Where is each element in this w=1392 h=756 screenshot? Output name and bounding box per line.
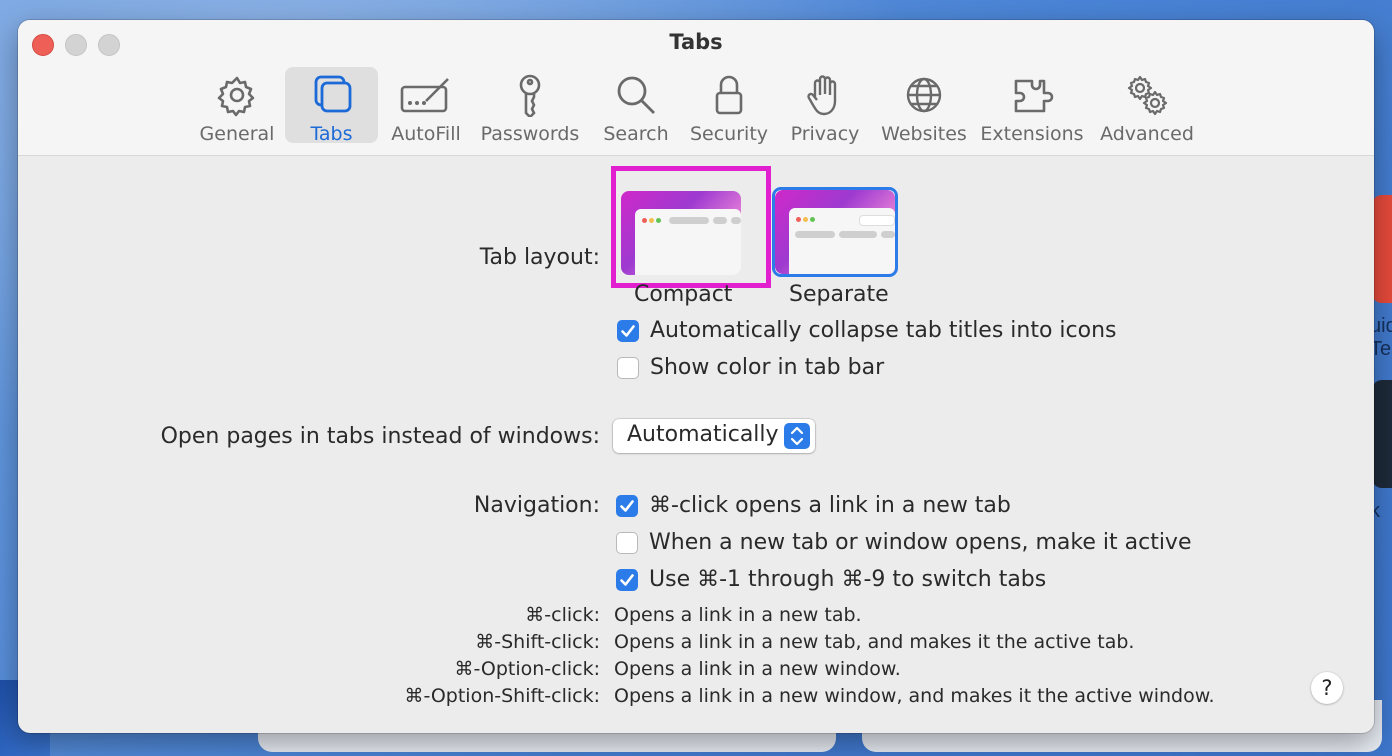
toolbar-label: Tabs bbox=[310, 123, 353, 145]
open-pages-label: Open pages in tabs instead of windows: bbox=[160, 424, 600, 449]
toolbar-label: Privacy bbox=[790, 123, 860, 145]
toolbar-item-privacy[interactable]: Privacy bbox=[778, 67, 872, 145]
compact-layout-thumbnail[interactable] bbox=[621, 191, 741, 275]
gears-icon bbox=[1127, 75, 1168, 116]
background-red-card bbox=[1372, 195, 1392, 303]
toolbar-item-websites[interactable]: Websites bbox=[878, 67, 970, 145]
popup-arrows-icon bbox=[784, 423, 810, 449]
puzzle-icon bbox=[1014, 79, 1054, 113]
show-color-checkbox[interactable] bbox=[617, 357, 639, 379]
shortcut-key: ⌘-Option-Shift-click: bbox=[404, 685, 600, 707]
tab-layout-label: Tab layout: bbox=[479, 245, 600, 270]
toolbar-item-advanced[interactable]: Advanced bbox=[1098, 67, 1196, 145]
cmd-click-label[interactable]: ⌘-click opens a link in a new tab bbox=[649, 493, 1011, 518]
toolbar-label: Extensions bbox=[980, 123, 1084, 145]
collapse-titles-checkbox[interactable] bbox=[617, 320, 639, 342]
cmd-click-checkbox[interactable] bbox=[616, 495, 638, 517]
toolbar-item-tabs[interactable]: Tabs bbox=[285, 67, 378, 145]
lock-icon bbox=[715, 75, 743, 115]
toolbar-label: General bbox=[199, 123, 275, 145]
window-title: Tabs bbox=[669, 30, 723, 54]
shortcut-description: Opens a link in a new tab. bbox=[614, 604, 862, 626]
hand-icon bbox=[807, 75, 837, 116]
collapse-titles-label[interactable]: Automatically collapse tab titles into i… bbox=[650, 318, 1117, 343]
gear-icon bbox=[217, 76, 255, 117]
toolbar-label: Search bbox=[603, 123, 669, 145]
toolbar-item-extensions[interactable]: Extensions bbox=[980, 67, 1084, 145]
toolbar-label: Advanced bbox=[1100, 123, 1194, 145]
show-color-label[interactable]: Show color in tab bar bbox=[650, 355, 884, 380]
switch-tabs-label[interactable]: Use ⌘-1 through ⌘-9 to switch tabs bbox=[649, 567, 1046, 592]
toolbar-item-passwords[interactable]: Passwords bbox=[478, 67, 582, 145]
toolbar-item-security[interactable]: Security bbox=[683, 67, 775, 145]
tabs-icon bbox=[314, 75, 351, 113]
shortcut-key: ⌘-click: bbox=[525, 604, 600, 626]
toolbar-label: Passwords bbox=[480, 123, 580, 145]
make-active-checkbox[interactable] bbox=[616, 532, 638, 554]
navigation-label: Navigation: bbox=[473, 493, 600, 518]
help-button[interactable]: ? bbox=[1311, 672, 1343, 704]
toolbar-label: AutoFill bbox=[391, 123, 461, 145]
toolbar-item-autofill[interactable]: AutoFill bbox=[380, 67, 472, 145]
open-pages-popup[interactable]: Automatically bbox=[613, 419, 815, 453]
shortcut-description: Opens a link in a new tab, and makes it … bbox=[614, 631, 1135, 653]
open-pages-value: Automatically bbox=[627, 422, 779, 447]
toolbar-item-general[interactable]: General bbox=[190, 67, 284, 145]
globe-icon bbox=[906, 77, 942, 113]
titlebar: Tabs General Tabs AutoFill Passwords Sea… bbox=[18, 20, 1374, 156]
shortcut-key: ⌘-Shift-click: bbox=[475, 631, 600, 653]
preferences-window: Tabs General Tabs AutoFill Passwords Sea… bbox=[18, 20, 1374, 733]
tabs-pane: Tab layout: Compact Separate Automatical… bbox=[18, 156, 1374, 733]
autofill-pen-icon bbox=[400, 78, 449, 113]
checkmark-icon bbox=[621, 325, 635, 337]
checkmark-icon bbox=[620, 574, 634, 586]
shortcut-description: Opens a link in a new window, and makes … bbox=[614, 685, 1215, 707]
shortcut-key: ⌘-Option-click: bbox=[454, 658, 600, 680]
compact-option-label[interactable]: Compact bbox=[634, 282, 732, 307]
checkmark-icon bbox=[620, 500, 634, 512]
toolbar-label: Websites bbox=[881, 123, 967, 145]
separate-option-label[interactable]: Separate bbox=[789, 282, 889, 307]
shortcut-description: Opens a link in a new window. bbox=[614, 658, 901, 680]
key-icon bbox=[519, 74, 541, 117]
magnifier-icon bbox=[617, 76, 655, 114]
separate-layout-thumbnail[interactable] bbox=[775, 190, 895, 274]
background-dark-card bbox=[1372, 380, 1392, 488]
toolbar-label: Security bbox=[689, 123, 769, 145]
switch-tabs-checkbox[interactable] bbox=[616, 569, 638, 591]
make-active-label[interactable]: When a new tab or window opens, make it … bbox=[649, 530, 1191, 555]
preferences-toolbar: General Tabs AutoFill Passwords Search S… bbox=[18, 67, 1374, 145]
toolbar-item-search[interactable]: Search bbox=[590, 67, 682, 145]
